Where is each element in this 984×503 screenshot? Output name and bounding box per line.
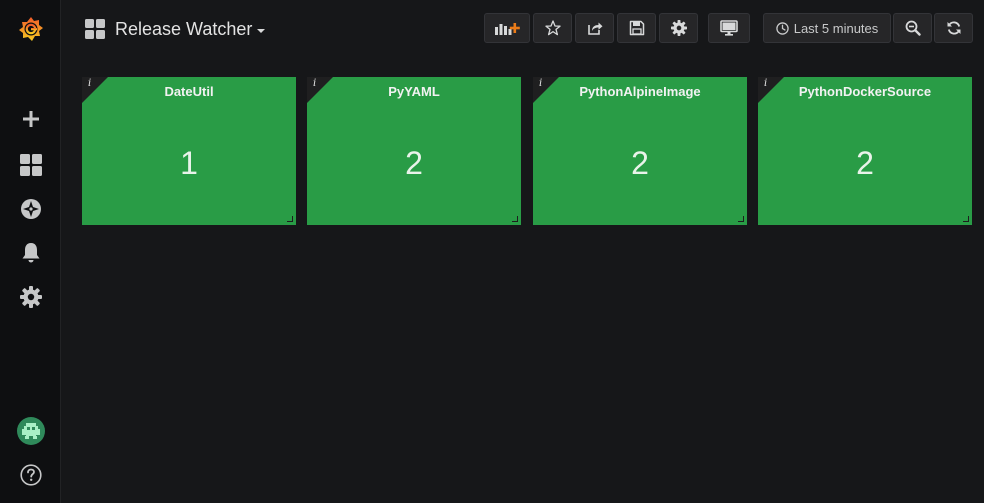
grafana-logo-icon[interactable] xyxy=(0,9,61,49)
singlestat-panel-pyyaml: i PyYAML 2 xyxy=(307,77,521,225)
sidebar-item-alerting[interactable] xyxy=(0,233,61,273)
dashboard-title: Release Watcher xyxy=(115,19,253,39)
share-button[interactable] xyxy=(575,13,614,43)
sidebar-item-create[interactable] xyxy=(0,99,61,139)
save-button[interactable] xyxy=(617,13,656,43)
star-icon xyxy=(544,20,561,36)
panel-resize-handle[interactable] xyxy=(512,216,518,222)
star-button[interactable] xyxy=(533,13,572,43)
caret-down-icon xyxy=(257,28,266,33)
refresh-icon xyxy=(947,21,960,35)
panel-resize-handle[interactable] xyxy=(963,216,969,222)
cycle-view-mode-button[interactable] xyxy=(708,13,750,43)
grafana-app: Release Watcher Last 5 minutes i DateUti… xyxy=(0,0,984,503)
panel-title[interactable]: PythonDockerSource xyxy=(758,84,972,100)
top-navbar: Release Watcher Last 5 minutes xyxy=(61,0,984,57)
avatar-icon xyxy=(16,417,45,445)
singlestat-panel-pythondockersource: i PythonDockerSource 2 xyxy=(758,77,972,225)
gear-icon xyxy=(670,20,687,36)
sidebar xyxy=(0,0,61,503)
dashboards-grid-icon xyxy=(19,154,42,176)
zoom-out-icon xyxy=(905,20,921,36)
add-panel-icon xyxy=(495,23,520,35)
dashboard-settings-button[interactable] xyxy=(659,13,698,43)
panel-stat-value: 2 xyxy=(631,145,649,181)
panel-stat-value: 2 xyxy=(405,145,423,181)
panel-stat-value: 2 xyxy=(856,145,874,181)
panel-stat-value: 1 xyxy=(180,145,198,181)
panel-title[interactable]: DateUtil xyxy=(82,84,296,100)
panel-resize-handle[interactable] xyxy=(738,216,744,222)
plus-icon xyxy=(22,111,39,127)
singlestat-panel-dateutil: i DateUtil 1 xyxy=(82,77,296,225)
add-panel-button[interactable] xyxy=(484,13,530,43)
help-icon xyxy=(19,464,42,486)
bell-icon xyxy=(22,243,39,263)
clock-icon xyxy=(775,21,789,35)
panel-title[interactable]: PyYAML xyxy=(307,84,521,100)
sidebar-item-help[interactable] xyxy=(0,455,61,495)
dashboard-grid-icon xyxy=(85,19,105,39)
sidebar-item-explore[interactable] xyxy=(0,189,61,229)
zoom-out-button[interactable] xyxy=(893,13,932,43)
gear-icon xyxy=(19,286,42,308)
singlestat-panel-pythonalpineimage: i PythonAlpineImage 2 xyxy=(533,77,747,225)
time-range-label: Last 5 minutes xyxy=(793,20,879,36)
panel-title[interactable]: PythonAlpineImage xyxy=(533,84,747,100)
compass-icon xyxy=(20,199,41,219)
sidebar-item-dashboards[interactable] xyxy=(0,145,61,185)
refresh-button[interactable] xyxy=(934,13,973,43)
dashboard-title-picker[interactable]: Release Watcher xyxy=(85,14,266,44)
share-icon xyxy=(587,22,602,35)
sidebar-item-profile[interactable] xyxy=(0,411,61,451)
sidebar-item-configuration[interactable] xyxy=(0,277,61,317)
time-range-picker[interactable]: Last 5 minutes xyxy=(763,13,891,43)
monitor-icon xyxy=(720,20,738,36)
panel-resize-handle[interactable] xyxy=(287,216,293,222)
save-icon xyxy=(629,20,644,36)
